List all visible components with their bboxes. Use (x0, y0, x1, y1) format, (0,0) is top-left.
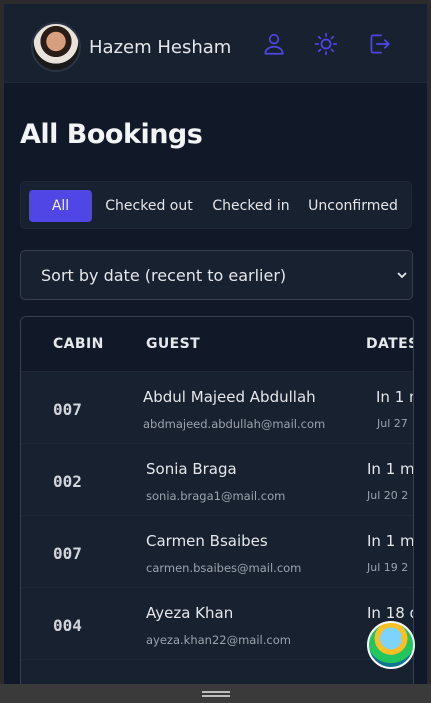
booking-date-relative: In 1 m (367, 532, 414, 550)
table-header: CABIN GUEST DATES (21, 317, 413, 372)
booking-date-relative: In 1 m (376, 388, 413, 406)
cabin-number: 004 (53, 616, 82, 635)
filter-checked-out-button[interactable]: Checked out (100, 190, 198, 222)
booking-date-range: Jul 19 2 (367, 561, 409, 574)
logout-icon[interactable] (366, 31, 392, 57)
guest-name: Carmen Bsaibes (146, 532, 268, 550)
guest-name: Sonia Braga (146, 460, 237, 478)
cabin-number: 002 (53, 472, 82, 491)
sort-selected-value: Sort by date (recent to earlier) (41, 266, 287, 285)
table-row[interactable]: 007 Abdul Majeed Abdullah abdmajeed.abdu… (21, 372, 413, 444)
column-header-cabin: CABIN (53, 336, 104, 352)
resize-grip-line (202, 691, 230, 693)
sun-icon[interactable] (313, 31, 339, 57)
booking-filter: All Checked out Checked in Unconfirmed (20, 181, 412, 229)
app-header: Hazem Hesham (4, 4, 427, 83)
page-title: All Bookings (20, 119, 203, 150)
booking-date-range: Jul 27 (377, 417, 408, 430)
app-frame: Hazem Hesham All Bookings All Checked ou… (4, 4, 427, 684)
guest-name: Ayeza Khan (146, 604, 234, 622)
table-row[interactable]: 004 Ayeza Khan ayeza.khan22@mail.com In … (21, 588, 413, 660)
avatar[interactable] (31, 22, 81, 72)
guest-email: ayeza.khan22@mail.com (146, 633, 291, 647)
filter-checked-in-button[interactable]: Checked in (208, 190, 294, 222)
floating-action-button[interactable] (367, 621, 415, 669)
user-icon[interactable] (261, 31, 287, 57)
guest-name: Abdul Majeed Abdullah (143, 388, 316, 406)
column-header-guest: GUEST (146, 336, 201, 352)
resize-grip-line (202, 695, 230, 697)
chevron-down-icon (397, 272, 407, 279)
guest-email: abdmajeed.abdullah@mail.com (143, 417, 326, 431)
table-row[interactable]: 007 Carmen Bsaibes carmen.bsaibes@mail.c… (21, 516, 413, 588)
guest-email: sonia.braga1@mail.com (146, 489, 286, 503)
cabin-number: 007 (53, 400, 82, 419)
column-header-dates: DATES (366, 336, 414, 352)
filter-unconfirmed-button[interactable]: Unconfirmed (303, 190, 403, 222)
bookings-table: CABIN GUEST DATES 007 Abdul Majeed Abdul… (20, 316, 414, 684)
booking-date-range: Jul 20 2 (367, 489, 409, 502)
filter-all-button[interactable]: All (29, 190, 92, 222)
table-row[interactable]: 002 Sonia Braga sonia.braga1@mail.com In… (21, 444, 413, 516)
cabin-number: 007 (53, 544, 82, 563)
sort-select[interactable]: Sort by date (recent to earlier) (20, 250, 413, 300)
booking-date-relative: In 1 m (367, 460, 414, 478)
booking-date-relative: In 18 d (367, 604, 414, 622)
guest-email: carmen.bsaibes@mail.com (146, 561, 302, 575)
user-name: Hazem Hesham (89, 37, 232, 58)
resize-handle-bar[interactable] (0, 684, 431, 703)
